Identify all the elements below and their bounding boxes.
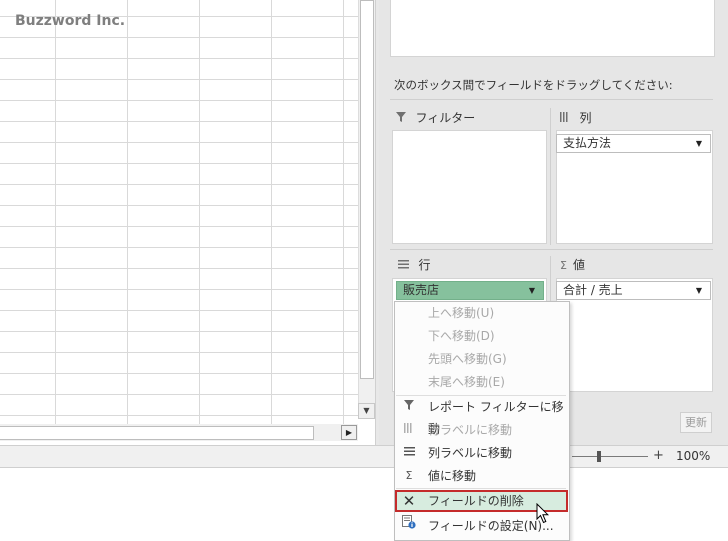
menu-item-label: 末尾へ移動(E) <box>428 375 505 389</box>
mouse-cursor-icon <box>536 502 550 527</box>
menu-item-move-to-end: 末尾へ移動(E) <box>395 371 567 393</box>
menu-item-label: 値に移動 <box>428 469 477 483</box>
menu-separator <box>396 488 566 489</box>
sigma-icon: Σ <box>405 469 413 482</box>
rows-icon <box>402 442 416 464</box>
menu-item-label: フィールドの設定(N)... <box>428 519 554 533</box>
rows-icon <box>398 259 413 272</box>
filter-icon <box>402 396 416 418</box>
worksheet-grid[interactable] <box>0 0 358 424</box>
values-area-header: Σ値 <box>560 256 585 274</box>
rows-label: 行 <box>418 258 431 272</box>
filters-label: フィルター <box>415 111 476 125</box>
menu-item-label: 行ラベルに移動 <box>428 423 513 437</box>
columns-label: 列 <box>579 111 592 125</box>
filters-drop-area[interactable] <box>392 130 547 244</box>
dropdown-arrow-icon[interactable]: ▼ <box>696 135 702 152</box>
menu-item-label: 先頭へ移動(G) <box>428 352 507 366</box>
menu-item-move-up: 上へ移動(U) <box>395 302 567 324</box>
menu-item-move-down: 下へ移動(D) <box>395 325 567 347</box>
drag-instruction: 次のボックス間でフィールドをドラッグしてください: <box>394 78 673 92</box>
menu-item-label: 列ラベルに移動 <box>428 446 513 460</box>
sigma-icon: Σ <box>560 259 567 272</box>
menu-item-move-to-values[interactable]: Σ 値に移動 <box>395 465 567 487</box>
rows-area-header: 行 <box>398 256 431 274</box>
values-label: 値 <box>572 258 585 272</box>
separator <box>390 99 713 100</box>
columns-icon <box>560 112 574 125</box>
menu-item-move-to-row-labels: 行ラベルに移動 <box>395 419 567 441</box>
menu-item-label: 下へ移動(D) <box>428 329 495 343</box>
scroll-down-arrow-icon[interactable]: ▼ <box>358 403 375 419</box>
dropdown-arrow-icon[interactable]: ▼ <box>696 282 702 299</box>
separator <box>390 249 713 250</box>
zoom-in-button[interactable]: + <box>653 448 664 463</box>
menu-item-label: 上へ移動(U) <box>428 306 495 320</box>
row-field-chip[interactable]: 販売店 ▼ <box>396 281 544 300</box>
value-field-chip[interactable]: 合計 / 売上 ▼ <box>556 281 711 300</box>
columns-area-header: 列 <box>560 109 592 127</box>
zoom-slider[interactable] <box>572 456 648 457</box>
dropdown-arrow-icon[interactable]: ▼ <box>529 282 535 299</box>
horizontal-scroll-thumb[interactable] <box>0 426 314 440</box>
filters-area-header: フィルター <box>396 109 475 127</box>
scroll-right-arrow-icon[interactable]: ▶ <box>341 425 357 440</box>
remove-field-icon: ✕ <box>402 492 416 510</box>
filter-icon <box>396 112 410 125</box>
menu-item-move-to-top: 先頭へ移動(G) <box>395 348 567 370</box>
field-settings-icon <box>402 515 416 537</box>
zoom-level[interactable]: 100% <box>676 449 710 463</box>
menu-item-label: フィールドの削除 <box>428 494 524 508</box>
column-field-label: 支払方法 <box>563 136 612 150</box>
columns-icon <box>402 419 416 441</box>
field-list-box[interactable] <box>390 0 715 57</box>
row-field-label: 販売店 <box>403 283 440 297</box>
value-field-label: 合計 / 売上 <box>563 283 623 297</box>
menu-item-move-to-column-labels[interactable]: 列ラベルに移動 <box>395 442 567 464</box>
watermark: Buzzword Inc. <box>15 13 126 29</box>
separator <box>550 108 551 245</box>
menu-item-move-to-report-filter[interactable]: レポート フィルターに移動 <box>395 396 567 436</box>
column-field-chip[interactable]: 支払方法 ▼ <box>556 134 711 153</box>
update-button[interactable]: 更新 <box>680 412 712 433</box>
zoom-slider-thumb[interactable] <box>597 451 601 462</box>
vertical-scroll-thumb[interactable] <box>360 0 374 379</box>
